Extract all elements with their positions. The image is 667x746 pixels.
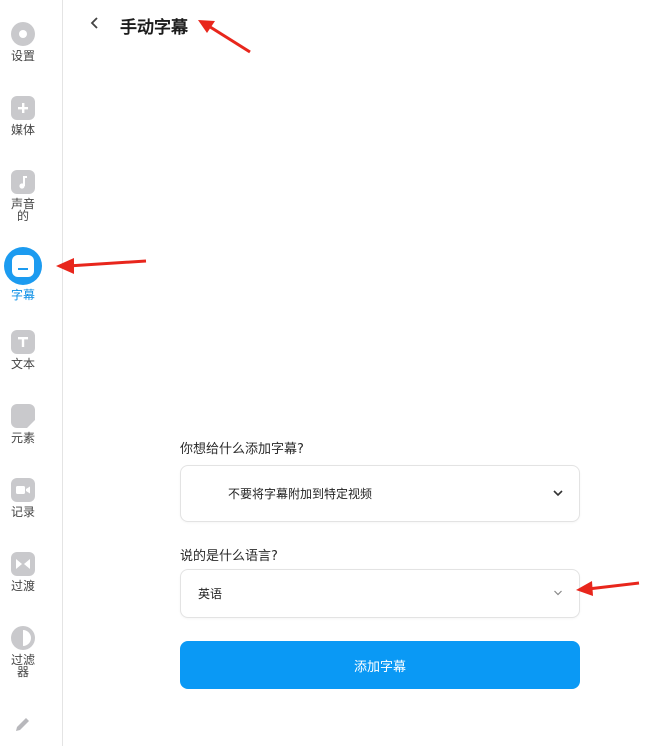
sidebar-item-subtitles[interactable]: 字幕 <box>0 247 46 302</box>
sidebar-item-label: 声音的 <box>10 197 35 223</box>
language-select-value: 英语 <box>198 587 223 601</box>
page-header: 手动字幕 <box>90 12 188 38</box>
sidebar-item-label: 文本 <box>10 357 35 371</box>
annotation-arrow-title <box>198 20 251 54</box>
sidebar-item-label: 过滤器 <box>10 653 35 679</box>
pencil-icon <box>11 712 35 736</box>
sidebar-item-settings[interactable]: 设置 <box>0 22 46 62</box>
sidebar-item-record[interactable]: 记录 <box>0 478 46 518</box>
annotation-arrow-sidebar <box>56 258 147 274</box>
chevron-down-icon <box>553 490 563 497</box>
sidebar-item-label: 设置 <box>10 49 35 63</box>
sidebar-item-audio[interactable]: 声音的 <box>0 170 46 222</box>
sidebar-item-elements[interactable]: 元素 <box>0 404 46 444</box>
sidebar-item-label: 过渡 <box>10 579 35 593</box>
chevron-down-icon <box>554 590 562 596</box>
sidebar-item-label: 记录 <box>10 505 35 519</box>
sidebar-item-filters[interactable]: 过滤器 <box>0 626 46 678</box>
subtitles-icon <box>12 255 34 277</box>
language-select[interactable]: 英语 <box>180 569 580 618</box>
half-circle-icon <box>11 626 35 650</box>
music-note-icon <box>11 170 35 194</box>
sidebar: 设置 媒体 声音的 字幕 文本 元素 记录 过渡 过滤器 <box>0 0 63 746</box>
sidebar-item-draw[interactable] <box>0 712 46 736</box>
sidebar-item-transitions[interactable]: 过渡 <box>0 552 46 592</box>
gear-icon <box>11 22 35 46</box>
sidebar-item-label: 媒体 <box>10 123 35 137</box>
camera-icon <box>11 478 35 502</box>
sticky-note-icon <box>11 404 35 428</box>
plus-icon <box>11 96 35 120</box>
target-label: 你想给什么添加字幕? <box>180 442 304 457</box>
sidebar-item-label: 元素 <box>10 431 35 445</box>
sidebar-item-text[interactable]: 文本 <box>0 330 46 370</box>
sidebar-item-label: 字幕 <box>10 288 35 302</box>
target-select[interactable]: 不要将字幕附加到特定视频 <box>180 465 580 522</box>
active-indicator <box>4 247 42 285</box>
annotation-arrow-language <box>576 581 640 596</box>
target-select-value: 不要将字幕附加到特定视频 <box>228 487 373 501</box>
page-title: 手动字幕 <box>120 17 188 38</box>
language-label: 说的是什么语言? <box>180 549 278 564</box>
transition-icon <box>11 552 35 576</box>
add-subtitles-button[interactable]: 添加字幕 <box>180 641 580 689</box>
text-t-icon <box>11 330 35 354</box>
back-button[interactable] <box>90 16 106 34</box>
sidebar-item-media[interactable]: 媒体 <box>0 96 46 136</box>
chevron-left-icon <box>90 17 98 29</box>
